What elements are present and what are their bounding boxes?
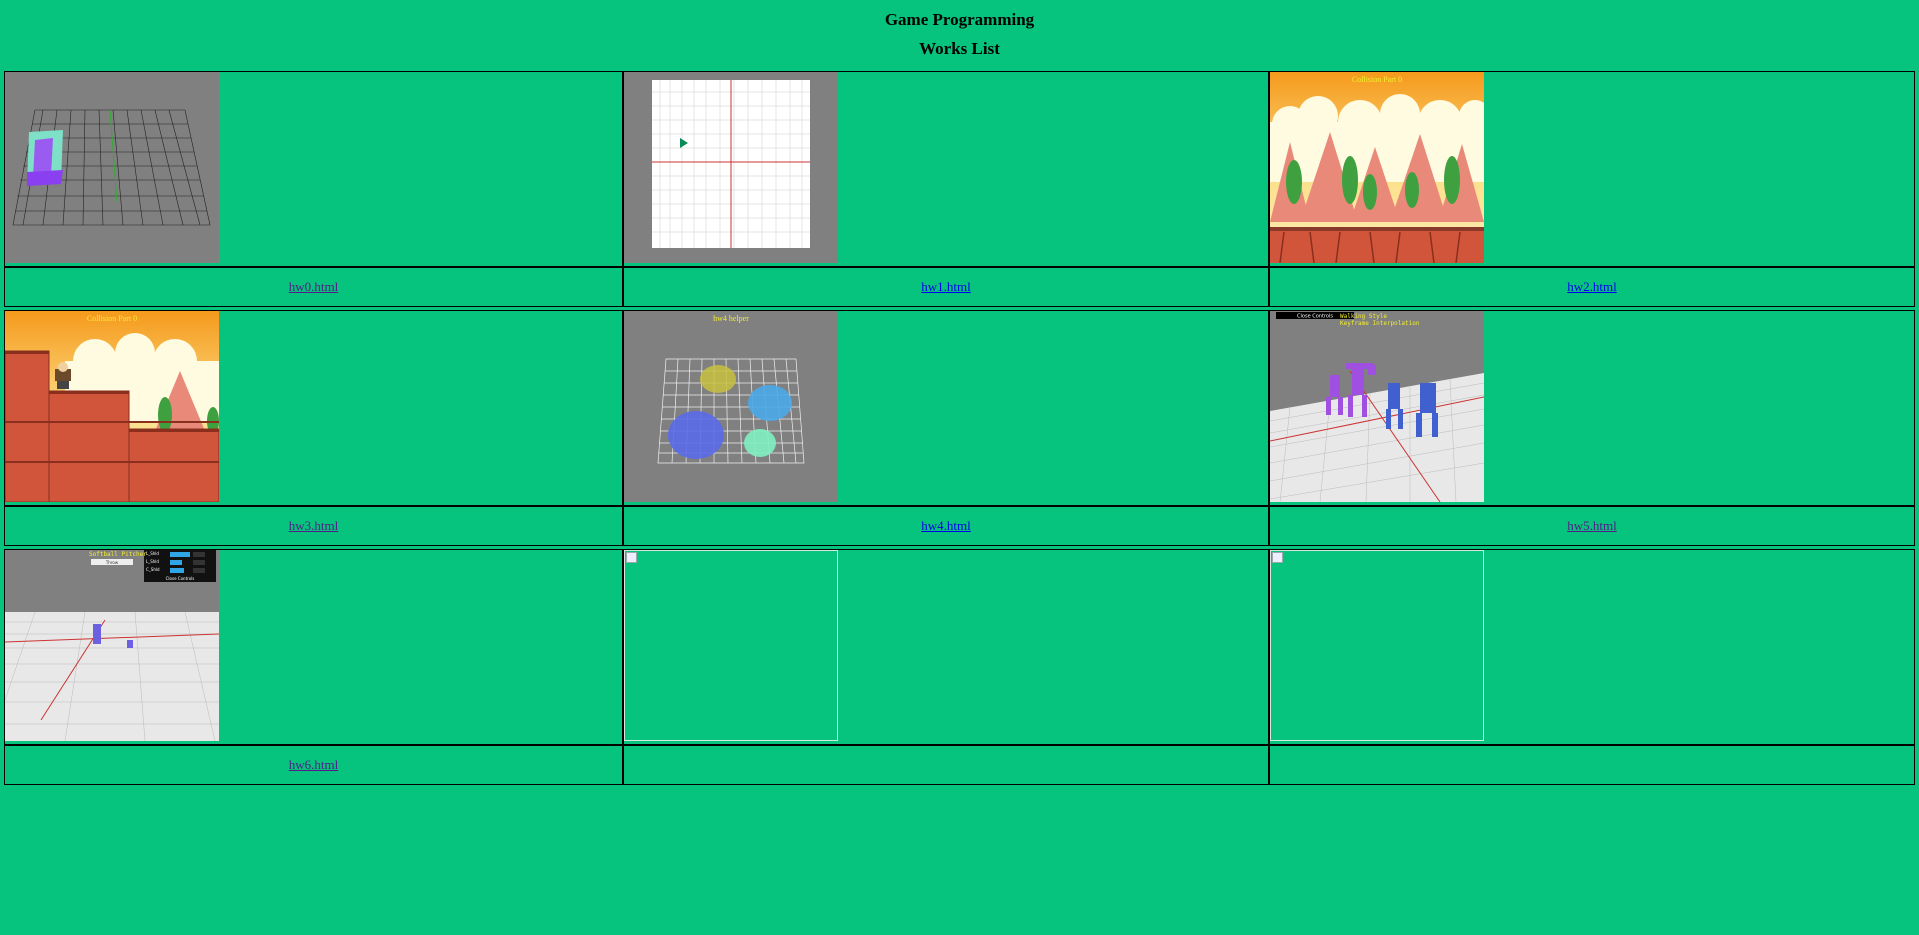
work-image-cell-hw6: L_Shld L_Shld C_Shld Close Controls Soft… — [4, 549, 623, 745]
hw6-link[interactable]: hw6.html — [289, 757, 338, 773]
work-link-cell-hw3: hw3.html — [4, 506, 623, 546]
hw4-link[interactable]: hw4.html — [921, 518, 970, 534]
hw6-slider-1-label: L_Shld — [146, 551, 159, 556]
hw5-thumbnail[interactable]: Close Controls Walking Style Keyframe In… — [1270, 311, 1484, 502]
hw6-close-controls: Close Controls — [166, 576, 195, 581]
broken-image-2 — [1270, 550, 1484, 741]
work-link-cell-hw0: hw0.html — [4, 267, 623, 307]
work-image-cell-empty-1 — [623, 549, 1269, 745]
work-link-cell-empty-2 — [1269, 745, 1915, 785]
hw2-thumbnail[interactable]: Collision Part 0 — [1270, 72, 1484, 263]
work-image-cell-empty-2 — [1269, 549, 1915, 745]
work-image-cell-hw0 — [4, 71, 623, 267]
hw5-close-controls: Close Controls — [1297, 314, 1333, 320]
work-link-cell-empty-1 — [623, 745, 1269, 785]
work-image-cell-hw2: Collision Part 0 — [1269, 71, 1915, 267]
hw0-link[interactable]: hw0.html — [289, 279, 338, 295]
hw6-thumbnail[interactable]: L_Shld L_Shld C_Shld Close Controls Soft… — [5, 550, 219, 741]
hw1-link[interactable]: hw1.html — [921, 279, 970, 295]
work-link-cell-hw1: hw1.html — [623, 267, 1269, 307]
hw6-overlay-text: Softball Pitcher — [89, 551, 147, 558]
broken-image-icon — [1272, 552, 1283, 563]
work-link-cell-hw4: hw4.html — [623, 506, 1269, 546]
hw2-link[interactable]: hw2.html — [1567, 279, 1616, 295]
hw5-link[interactable]: hw5.html — [1567, 518, 1616, 534]
work-link-cell-hw2: hw2.html — [1269, 267, 1915, 307]
hw6-slider-2-label: L_Shld — [146, 559, 159, 564]
hw4-thumbnail[interactable]: hw4 helper — [624, 311, 838, 502]
work-image-cell-hw1 — [623, 71, 1269, 267]
broken-image-1 — [624, 550, 838, 741]
work-image-cell-hw3: Collision Part 0 — [4, 310, 623, 506]
hw5-overlay-line2: Keyframe Interpolation — [1340, 320, 1420, 327]
page-title: Game Programming — [884, 10, 1035, 29]
work-link-cell-hw6: hw6.html — [4, 745, 623, 785]
hw3-link[interactable]: hw3.html — [289, 518, 338, 534]
hw3-thumbnail[interactable]: Collision Part 0 — [5, 311, 219, 502]
hw5-overlay-line1: Walking Style — [1340, 313, 1387, 320]
work-image-cell-hw5: Close Controls Walking Style Keyframe In… — [1269, 310, 1915, 506]
page-subtitle: Works List — [919, 39, 1000, 58]
hw0-thumbnail[interactable] — [5, 72, 219, 263]
works-table: Collision Part 0 hw0.html hw1.html hw2.h… — [4, 71, 1915, 786]
work-image-cell-hw4: hw4 helper — [623, 310, 1269, 506]
work-link-cell-hw5: hw5.html — [1269, 506, 1915, 546]
hw6-slider-3-label: C_Shld — [146, 567, 160, 572]
hw3-overlay-text: Collision Part 0 — [87, 314, 137, 323]
hw6-throw-button: Throw — [105, 560, 119, 565]
broken-image-icon — [626, 552, 637, 563]
hw4-overlay-text: hw4 helper — [713, 314, 749, 323]
hw2-overlay-text: Collision Part 0 — [1352, 75, 1402, 84]
hw1-thumbnail[interactable] — [624, 72, 838, 263]
